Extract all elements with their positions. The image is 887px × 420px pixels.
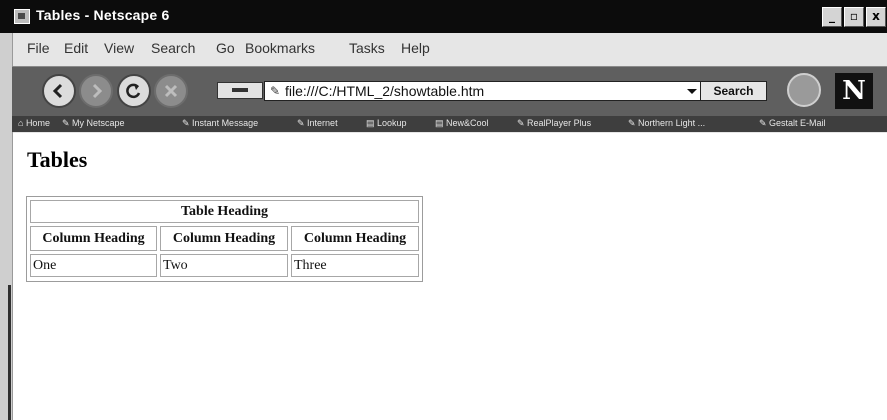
back-button[interactable] bbox=[42, 74, 76, 108]
maximize-button[interactable]: ▫ bbox=[844, 7, 864, 27]
menu-file[interactable]: File bbox=[27, 40, 50, 56]
forward-button[interactable] bbox=[79, 74, 113, 108]
location-history-dropdown[interactable] bbox=[217, 82, 263, 99]
personal-item-home[interactable]: ⌂ Home bbox=[18, 118, 50, 128]
personal-item-northern-light[interactable]: ✎ Northern Light ... bbox=[628, 118, 705, 129]
stop-icon bbox=[164, 84, 178, 98]
table-cell: Two bbox=[160, 254, 288, 277]
table-cell: Three bbox=[291, 254, 419, 277]
window-left-border bbox=[0, 0, 13, 420]
menu-tasks[interactable]: Tasks bbox=[349, 40, 385, 56]
personal-item-lookup[interactable]: ▤ Lookup bbox=[366, 118, 407, 129]
personal-toolbar: ⌂ Home ✎ My Netscape ✎ Instant Message ✎… bbox=[12, 116, 887, 132]
search-button[interactable]: Search bbox=[700, 81, 767, 101]
window-title: Tables - Netscape 6 bbox=[36, 7, 170, 23]
menu-help[interactable]: Help bbox=[401, 40, 430, 56]
reload-icon bbox=[126, 83, 141, 99]
throbber-icon[interactable] bbox=[787, 73, 821, 107]
personal-item-gestalt-email[interactable]: ✎ Gestalt E-Mail bbox=[759, 118, 826, 129]
chevron-down-icon[interactable] bbox=[687, 89, 697, 94]
minimize-button[interactable]: _ bbox=[822, 7, 842, 27]
personal-item-instant-message[interactable]: ✎ Instant Message bbox=[182, 118, 258, 129]
address-bar[interactable]: ✎ file:///C:/HTML_2/showtable.htm bbox=[264, 81, 704, 101]
page-content: Tables Table Heading Column Heading Colu… bbox=[13, 133, 887, 420]
data-table: Table Heading Column Heading Column Head… bbox=[26, 196, 423, 282]
menu-edit[interactable]: Edit bbox=[64, 40, 88, 56]
forward-arrow-icon bbox=[92, 83, 103, 99]
personal-item-my-netscape[interactable]: ✎ My Netscape bbox=[62, 118, 125, 129]
personal-item-internet[interactable]: ✎ Internet bbox=[297, 118, 338, 129]
column-header: Column Heading bbox=[30, 226, 157, 251]
menu-go[interactable]: Go bbox=[216, 40, 235, 56]
menu-bookmarks[interactable]: Bookmarks bbox=[245, 40, 315, 56]
personal-item-realplayer[interactable]: ✎ RealPlayer Plus bbox=[517, 118, 591, 129]
reload-button[interactable] bbox=[117, 74, 151, 108]
title-bar[interactable]: Tables - Netscape 6 _ ▫ x bbox=[0, 0, 887, 33]
back-arrow-icon bbox=[52, 83, 63, 99]
menu-search[interactable]: Search bbox=[151, 40, 195, 56]
menu-bar: File Edit View Search Go Bookmarks Tasks… bbox=[12, 37, 882, 62]
url-text[interactable]: file:///C:/HTML_2/showtable.htm bbox=[285, 83, 484, 99]
close-button[interactable]: x bbox=[866, 7, 886, 27]
navigation-toolbar: ✎ file:///C:/HTML_2/showtable.htm Search… bbox=[12, 66, 887, 118]
page-bookmark-icon: ✎ bbox=[270, 84, 281, 98]
menu-view[interactable]: View bbox=[104, 40, 134, 56]
column-header: Column Heading bbox=[160, 226, 288, 251]
stop-button[interactable] bbox=[154, 74, 188, 108]
personal-item-new-cool[interactable]: ▤ New&Cool bbox=[435, 118, 489, 129]
browser-window: Tables - Netscape 6 _ ▫ x File Edit View… bbox=[0, 0, 887, 420]
app-icon bbox=[14, 9, 30, 24]
table-cell: One bbox=[30, 254, 157, 277]
netscape-logo[interactable]: N bbox=[835, 73, 873, 109]
table-caption-heading: Table Heading bbox=[30, 200, 419, 223]
page-heading: Tables bbox=[27, 147, 88, 172]
column-header: Column Heading bbox=[291, 226, 419, 251]
